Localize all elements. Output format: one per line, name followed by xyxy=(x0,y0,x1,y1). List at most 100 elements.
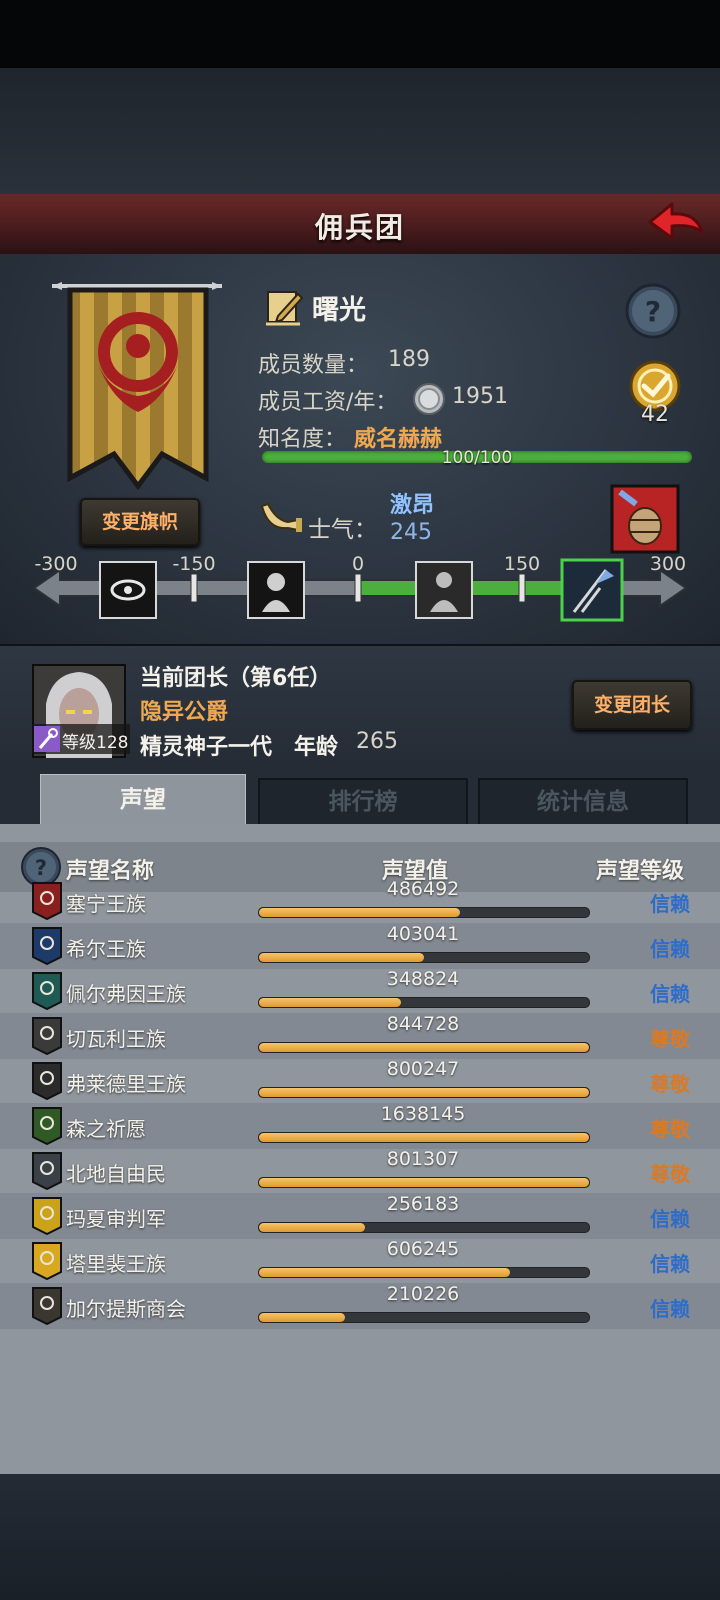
reputation-progress-bar xyxy=(258,1267,590,1278)
reputation-progress-bar xyxy=(258,907,590,918)
panic-eye-icon xyxy=(99,561,157,619)
staff-icon xyxy=(34,726,60,752)
reputation-progress-fill xyxy=(259,1088,589,1097)
reputation-row[interactable]: 切瓦利王族 844728 尊敬 xyxy=(0,1013,720,1059)
reputation-row[interactable]: 塞宁王族 486492 信赖 xyxy=(0,878,720,924)
tab-reputation[interactable]: 声望 xyxy=(40,774,246,825)
back-button[interactable] xyxy=(646,198,706,246)
reputation-row[interactable]: 加尔提斯商会 210226 信赖 xyxy=(0,1283,720,1329)
calm-icon xyxy=(415,561,473,619)
tab-statistics[interactable]: 统计信息 xyxy=(478,778,688,826)
reputation-row[interactable]: 佩尔弗因王族 348824 信赖 xyxy=(0,968,720,1014)
svg-text:?: ? xyxy=(645,295,661,328)
reputation-level: 尊敬 xyxy=(650,1117,690,1141)
reputation-progress-bar xyxy=(258,997,590,1008)
faction-crest-icon xyxy=(32,1017,62,1056)
svg-text:?: ? xyxy=(35,856,47,880)
help-icon[interactable]: ? xyxy=(624,282,682,340)
leader-age-label: 年龄 xyxy=(294,735,339,760)
badge-count: 42 xyxy=(641,402,669,427)
company-name: 曙光 xyxy=(312,295,366,326)
company-banner xyxy=(52,282,224,492)
reputation-value: 800247 xyxy=(386,1058,460,1080)
background-upper xyxy=(0,68,720,194)
faction-crest-icon xyxy=(32,972,62,1011)
reputation-progress-fill xyxy=(259,908,461,917)
reputation-value: 844728 xyxy=(386,1013,460,1035)
reputation-row[interactable]: 弗莱德里王族 800247 尊敬 xyxy=(0,1058,720,1104)
bottom-background xyxy=(0,1474,720,1600)
faction-crest-icon xyxy=(32,1107,62,1146)
reputation-progress-bar xyxy=(258,1312,590,1323)
leader-name: 隐异公爵 xyxy=(140,700,229,725)
reputation-value: 801307 xyxy=(386,1148,460,1170)
reputation-level: 信赖 xyxy=(650,1252,690,1276)
leader-race: 精灵神子一代 xyxy=(140,735,273,760)
reputation-row[interactable]: 北地自由民 801307 尊敬 xyxy=(0,1148,720,1194)
salary-value: 1951 xyxy=(452,384,508,409)
faction-name: 北地自由民 xyxy=(66,1162,166,1186)
supply-barrel-icon[interactable] xyxy=(610,484,680,554)
reputation-row[interactable]: 森之祈愿 1638145 尊敬 xyxy=(0,1103,720,1149)
reputation-level: 尊敬 xyxy=(650,1072,690,1096)
reputation-progress-bar xyxy=(258,1132,590,1143)
reputation-level: 信赖 xyxy=(650,1207,690,1231)
faction-name: 塔里裴王族 xyxy=(66,1252,166,1276)
change-leader-button[interactable]: 变更团长 xyxy=(572,680,692,730)
faction-name: 希尔王族 xyxy=(66,937,146,961)
leader-title: 当前团长（第6任） xyxy=(140,666,332,691)
reputation-progress-fill xyxy=(259,1223,365,1232)
reputation-progress-bar xyxy=(258,1042,590,1053)
horn-icon xyxy=(258,500,304,536)
victory-banner-icon xyxy=(560,558,624,622)
leader-age: 265 xyxy=(356,729,398,754)
faction-crest-icon xyxy=(32,1242,62,1281)
reputation-row[interactable]: 塔里裴王族 606245 信赖 xyxy=(0,1238,720,1284)
fame-progress-text: 100/100 xyxy=(441,448,513,468)
faction-name: 切瓦利王族 xyxy=(66,1027,166,1051)
reputation-level: 尊敬 xyxy=(650,1162,690,1186)
reputation-value: 348824 xyxy=(386,968,460,990)
reputation-progress-fill xyxy=(259,1268,510,1277)
scale-tick-label: 0 xyxy=(352,554,364,575)
faction-name: 森之祈愿 xyxy=(66,1117,146,1141)
salary-label: 成员工资/年： xyxy=(258,390,398,415)
reputation-level: 信赖 xyxy=(650,937,690,961)
scale-tick-label: -150 xyxy=(172,554,215,575)
reputation-value: 486492 xyxy=(386,878,460,900)
faction-crest-icon xyxy=(32,1287,62,1326)
faction-crest-icon xyxy=(32,1152,62,1191)
reputation-row[interactable]: 玛夏审判军 256183 信赖 xyxy=(0,1193,720,1239)
leader-level: 等级128 xyxy=(62,733,129,753)
faction-crest-icon xyxy=(32,927,62,966)
silver-coin-icon xyxy=(412,382,446,416)
reputation-value: 210226 xyxy=(386,1283,460,1305)
reputation-value: 606245 xyxy=(386,1238,460,1260)
reputation-progress-fill xyxy=(259,1043,589,1052)
reputation-value: 256183 xyxy=(386,1193,460,1215)
faction-name: 佩尔弗因王族 xyxy=(66,982,186,1006)
rename-icon[interactable] xyxy=(264,286,306,328)
reputation-progress-fill xyxy=(259,1133,589,1142)
reputation-progress-fill xyxy=(259,1178,589,1187)
reputation-level: 信赖 xyxy=(650,1297,690,1321)
reputation-progress-fill xyxy=(259,953,424,962)
faction-name: 塞宁王族 xyxy=(66,892,146,916)
reputation-row[interactable]: 希尔王族 403041 信赖 xyxy=(0,923,720,969)
page-title: 佣兵团 xyxy=(314,211,405,244)
scale-tick-label: -300 xyxy=(34,554,77,575)
faction-name: 弗莱德里王族 xyxy=(66,1072,186,1096)
reputation-progress-fill xyxy=(259,1313,345,1322)
reputation-progress-bar xyxy=(258,1222,590,1233)
faction-crest-icon xyxy=(32,1062,62,1101)
members-value: 189 xyxy=(388,347,430,372)
morale-scale: -300 -150 0 150 300 xyxy=(0,553,720,644)
tab-ranking[interactable]: 排行榜 xyxy=(258,778,468,826)
change-flag-button[interactable]: 变更旗帜 xyxy=(80,498,200,546)
scale-tick-label: 150 xyxy=(504,554,540,575)
reputation-level: 信赖 xyxy=(650,982,690,1006)
reputation-progress-bar xyxy=(258,952,590,963)
back-arrow-icon xyxy=(648,202,704,240)
reputation-value: 403041 xyxy=(386,923,460,945)
morale-label: 士气： xyxy=(308,517,377,543)
